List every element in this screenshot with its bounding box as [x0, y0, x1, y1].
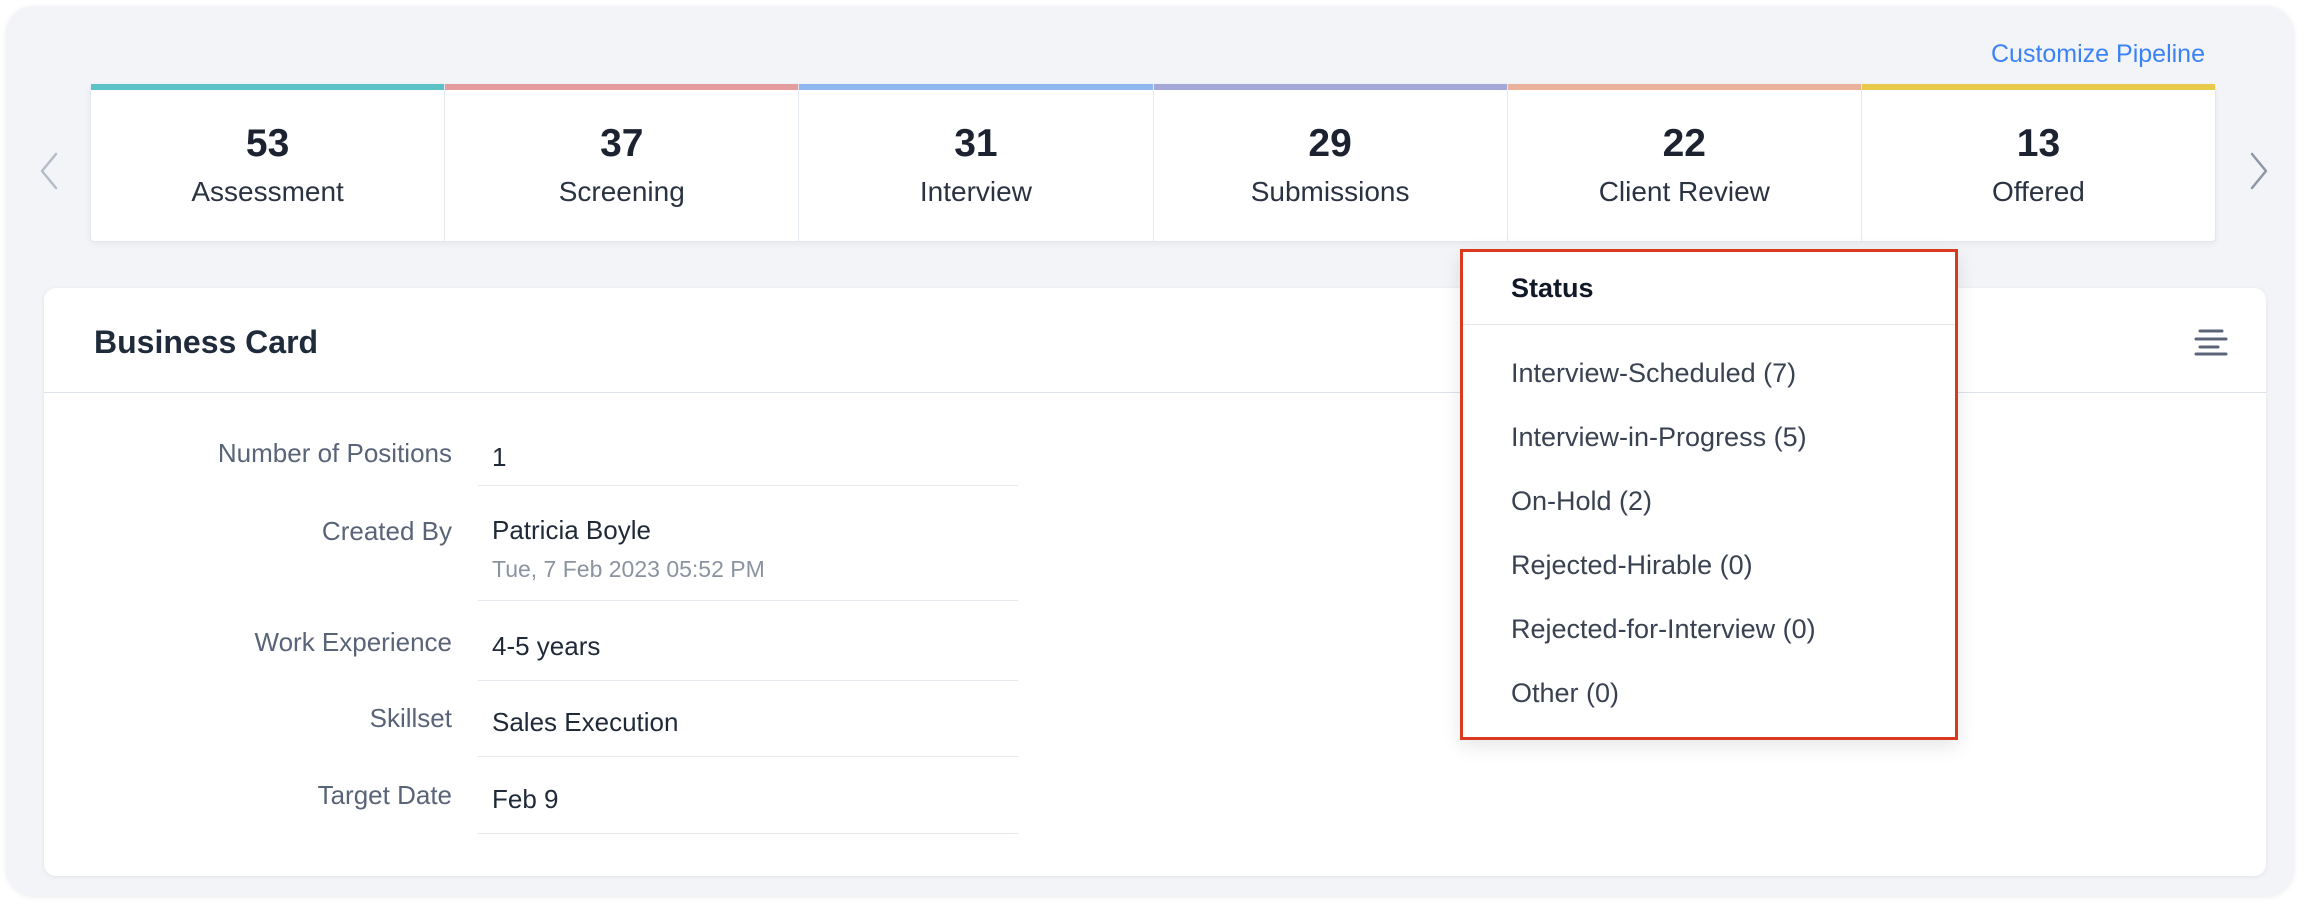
stage-count: 22	[1662, 122, 1706, 165]
field-value-text: Sales Execution	[492, 707, 679, 737]
stage-label: Client Review	[1598, 176, 1770, 207]
status-dropdown: Status Interview-Scheduled (7) Interview…	[1460, 249, 1958, 740]
filter-button[interactable]	[2194, 326, 2228, 356]
stage-color-bar	[91, 84, 445, 90]
field-label: Created By	[321, 516, 452, 546]
stage-assessment[interactable]: 53 Assessment	[91, 84, 446, 241]
stage-color-bar	[799, 84, 1153, 90]
status-item-rejected-hirable[interactable]: Rejected-Hirable (0)	[1463, 533, 1955, 597]
field-label: Target Date	[317, 780, 452, 810]
customize-pipeline-link[interactable]: Customize Pipeline	[1991, 40, 2205, 69]
field-value: Patricia Boyle Tue, 7 Feb 2023 05:52 PM	[478, 515, 1018, 601]
chevron-right-icon	[2250, 152, 2268, 190]
pipeline-prev-button[interactable]	[34, 151, 64, 191]
status-list: Interview-Scheduled (7) Interview-in-Pro…	[1463, 325, 1955, 725]
stage-label: Interview	[919, 176, 1032, 207]
status-item-interview-scheduled[interactable]: Interview-Scheduled (7)	[1463, 341, 1955, 405]
field-value: 4-5 years	[478, 631, 1018, 681]
app-shell: Customize Pipeline 53 Assessment 37 Scre…	[6, 6, 2294, 896]
stage-color-bar	[1153, 84, 1507, 90]
stage-count: 53	[245, 122, 290, 165]
filter-list-icon	[2194, 329, 2228, 356]
stage-client-review[interactable]: 22 Client Review	[1507, 84, 1862, 241]
stage-count: 29	[1308, 122, 1352, 165]
stage-label: Screening	[558, 176, 685, 207]
status-item-interview-in-progress[interactable]: Interview-in-Progress (5)	[1463, 405, 1955, 469]
stage-interview[interactable]: 31 Interview	[799, 84, 1154, 241]
stage-count: 31	[954, 122, 998, 165]
chevron-left-icon	[40, 152, 58, 190]
field-value-timestamp: Tue, 7 Feb 2023 05:52 PM	[492, 556, 765, 582]
stage-count: 37	[600, 122, 644, 165]
status-item-on-hold[interactable]: On-Hold (2)	[1463, 469, 1955, 533]
stage-submissions[interactable]: 29 Submissions	[1153, 84, 1508, 241]
pipeline-next-button[interactable]	[2244, 151, 2274, 191]
status-item-rejected-for-interview[interactable]: Rejected-for-Interview (0)	[1463, 597, 1955, 661]
stage-color-bar	[1861, 84, 2216, 90]
field-value-text: Feb 9	[492, 784, 559, 814]
status-dropdown-title: Status	[1463, 252, 1955, 325]
status-item-other[interactable]: Other (0)	[1463, 661, 1955, 725]
card-title: Business Card	[94, 324, 319, 360]
stage-color-bar	[1507, 84, 1861, 90]
pipeline-stages: 53 Assessment 37 Screening 31 Interview …	[90, 84, 2216, 242]
stage-label: Submissions	[1250, 176, 1410, 207]
stage-count: 13	[2016, 122, 2061, 165]
field-value: Sales Execution	[478, 707, 1018, 757]
field-value: Feb 9	[478, 784, 1018, 834]
field-value-text: 4-5 years	[492, 631, 601, 661]
field-value-text: 1	[492, 442, 507, 472]
stage-screening[interactable]: 37 Screening	[445, 84, 800, 241]
stage-offered[interactable]: 13 Offered	[1861, 84, 2216, 241]
field-label: Number of Positions	[217, 438, 452, 468]
field-label: Work Experience	[254, 627, 453, 657]
field-label: Skillset	[369, 703, 452, 733]
stage-color-bar	[445, 84, 799, 90]
stage-label: Offered	[1992, 176, 2085, 207]
field-value-text: Patricia Boyle	[492, 515, 651, 545]
field-value: 1	[478, 442, 1018, 486]
stage-label: Assessment	[191, 176, 344, 207]
